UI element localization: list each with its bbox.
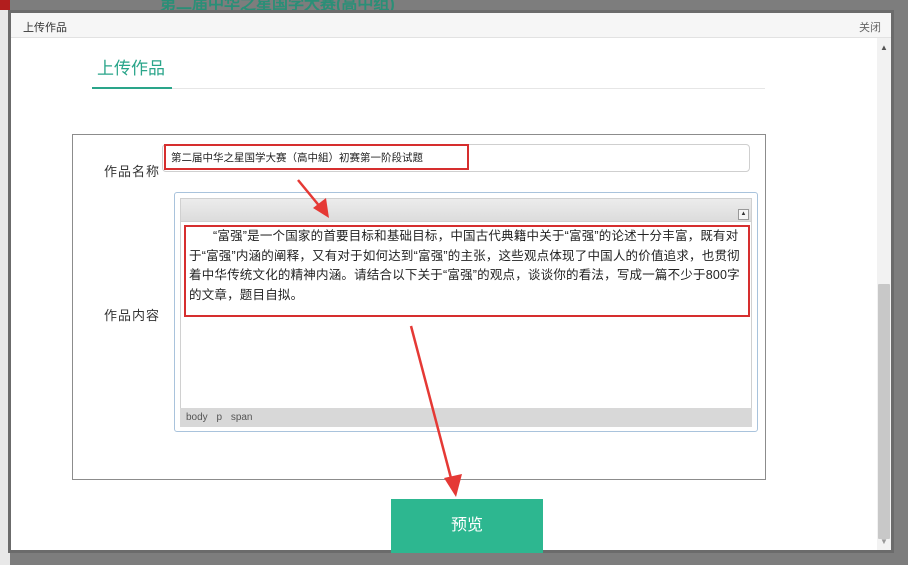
highlight-box-content	[184, 225, 750, 317]
dialog-titlebar: 上传作品 关闭	[11, 13, 891, 38]
editor-toolbar: ▲	[180, 198, 752, 222]
highlight-box-name	[164, 144, 469, 170]
scroll-up-arrow-icon[interactable]: ▲	[877, 42, 891, 54]
toolbar-collapse-icon[interactable]: ▲	[738, 209, 749, 220]
section-divider	[92, 88, 765, 89]
statusbar-path-span[interactable]: span	[231, 412, 253, 423]
scroll-thumb[interactable]	[878, 284, 890, 539]
work-name-label: 作品名称	[104, 164, 161, 179]
background-logo-fragment	[0, 0, 10, 10]
statusbar-path-body[interactable]: body	[186, 412, 208, 423]
dialog-scrollbar[interactable]: ▲ ▼	[877, 38, 891, 550]
preview-button[interactable]: 预览	[391, 499, 543, 553]
scroll-down-arrow-icon[interactable]: ▼	[877, 536, 891, 548]
statusbar-path-p[interactable]: p	[216, 412, 222, 423]
content-editor[interactable]: ▲ “富强”是一个国家的首要目标和基础目标，中国古代典籍中关于“富强”的论述十分…	[174, 192, 758, 432]
section-title: 上传作品	[97, 59, 165, 78]
section-title-underline	[92, 87, 172, 89]
editor-statusbar: body p span	[180, 408, 752, 427]
dialog-title: 上传作品	[23, 22, 67, 34]
work-content-label: 作品内容	[104, 308, 161, 323]
editor-body[interactable]: “富强”是一个国家的首要目标和基础目标，中国古代典籍中关于“富强”的论述十分丰富…	[180, 222, 752, 408]
close-button[interactable]: 关闭	[859, 19, 881, 35]
